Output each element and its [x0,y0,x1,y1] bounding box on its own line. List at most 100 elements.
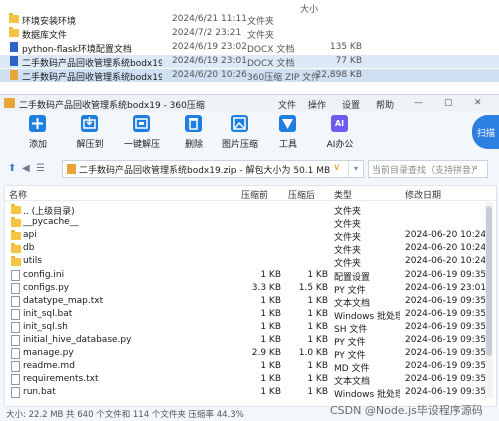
file-name: requirements.txt [23,374,99,385]
image-compress-button[interactable]: 图片压缩 [218,113,262,153]
file-date: 2024-06-19 09:35 [405,361,487,372]
file-name: configs.py [23,282,70,293]
back-arrow-icon[interactable]: ◀ [22,163,30,174]
file-date: 2024-06-19 09:35 [405,374,487,385]
column-date[interactable]: 修改日期 [405,188,441,201]
folder-icon [9,27,19,37]
ai-office-label: AI办公 [326,140,354,150]
maximize-button[interactable]: ▢ [444,98,453,108]
explorer-row[interactable]: 数据库文件 2024/7/2 23:21 文件夹 [0,27,499,41]
column-size[interactable]: 压缩前 [241,188,268,201]
folder-icon [11,243,21,254]
folder-icon [11,256,21,267]
explorer-row-date: 2024/7/2 23:21 [172,28,242,38]
ai-office-button[interactable]: AI AI办公 [318,113,362,153]
list-item[interactable]: init_sql.sh 1 KB 1 KB SH 文件 2024-06-19 09:35 [5,321,496,335]
file-type: 文本文档 [334,298,371,309]
file-type: PY 文件 [334,338,366,348]
file-compressed-size: 1 KB [307,361,328,372]
explorer-row-date: 2024/6/19 23:02 [172,42,247,52]
search-icon[interactable]: ⌕ [473,163,478,173]
list-item[interactable]: manage.py 2.9 KB 1.0 KB PY 文件 2024-06-19 09:… [5,347,496,361]
file-size: 1 KB [260,374,281,385]
list-item[interactable]: __pycache__ 文件夹 [5,216,496,230]
column-compressed[interactable]: 压缩后 [288,188,315,201]
up-arrow-icon[interactable]: ⬆ [8,163,16,174]
explorer-row-size: 135 KB [329,42,362,52]
file-date: 2024-06-19 09:35 [405,295,487,306]
docx-icon [10,56,18,66]
explorer-row[interactable]: 二手数码产品回收管理系统bodx19 2024/6/20 10:26 360压缩 Z… [0,69,499,83]
file-icon [11,374,20,386]
image-compress-icon [231,115,248,132]
list-item[interactable]: config.ini 1 KB 1 KB 配置设置 2024-06-19 09:35 [5,269,496,283]
explorer-row-type: 文件夹 [247,17,275,27]
column-name[interactable]: 名称 [9,188,27,201]
file-type: SH 文件 [334,324,368,335]
extract-to-button[interactable]: 解压到 [68,113,112,153]
scan-button[interactable]: 扫描 [472,115,499,149]
add-button[interactable]: 添加 [16,113,60,153]
folder-icon [11,230,21,241]
file-name: db [23,243,35,254]
explorer-row-size: 77 KB [335,56,362,66]
file-size: 1 KB [260,269,281,280]
list-item[interactable]: run.bat 1 KB 1 KB Windows 批处理... 2024-06-19 … [5,386,496,401]
image-compress-label: 图片压缩 [221,140,258,150]
file-date: 2024-06-19 09:35 [405,335,487,345]
view-toggle-icon[interactable]: ☰ [36,163,45,174]
menu-operation[interactable]: 操作 [308,98,326,111]
list-item[interactable]: configs.py 3.3 KB 1.5 KB PY 文件 2024-06-19 23… [5,282,496,296]
list-item[interactable]: datatype_map.txt 1 KB 1 KB 文本文档 2024-06-19 0… [5,295,496,309]
tools-button[interactable]: 工具 [266,113,310,153]
file-type: 文件夹 [334,233,362,244]
one-click-extract-icon [133,115,150,132]
menu-file[interactable]: 文件 [278,98,296,111]
file-type: Windows 批处理... [334,390,400,401]
list-item[interactable]: utils 文件夹 2024-06-20 10:24 [5,255,496,270]
file-type: PY 文件 [334,285,366,296]
column-type[interactable]: 类型 [334,188,352,201]
list-item[interactable]: db 文件夹 2024-06-20 10:24 [5,242,496,256]
explorer-row-type: DOCX 文档 [247,45,295,55]
address-text: 二手数码产品回收管理系统bodx19.zip - 解包大小为 50.1 MB [79,166,331,176]
explorer-row[interactable]: 二手数码产品回收管理系统bodx19 2024/6/19 23:01 DOCX 文档… [0,55,499,69]
explorer-row-name: 环境安装环境 [22,17,77,27]
list-item[interactable]: .. (上级目录) 文件夹 [5,203,496,217]
explorer-row[interactable]: 环境安装环境 2024/6/21 11:11 文件夹 [0,13,499,27]
search-input[interactable]: 当前目录查找（支持拼音） ⌕ [368,160,488,178]
menu-help[interactable]: 帮助 [376,98,394,111]
file-name: init_sql.sh [23,321,68,332]
file-size: 1 KB [260,387,281,398]
list-item[interactable]: requirements.txt 1 KB 1 KB 文本文档 2024-06-19 0… [5,373,496,387]
close-button[interactable]: ✕ [474,98,482,108]
list-item[interactable]: init_sql.bat 1 KB 1 KB Windows 批处理... 2024-0… [5,308,496,322]
zip-icon [10,70,18,80]
ai-office-icon: AI [331,115,348,132]
list-item[interactable]: api 文件夹 2024-06-20 10:24 [5,229,496,244]
list-item[interactable]: readme.md 1 KB 1 KB MD 文件 2024-06-19 09:35 [5,360,496,374]
one-click-extract-button[interactable]: 一键解压 [120,113,164,153]
explorer-row-date: 2024/6/19 23:01 [172,56,247,66]
file-type: 文件夹 [334,259,362,270]
dropdown-chevron-icon[interactable]: ∨ [333,162,340,173]
scrollbar-thumb[interactable] [486,206,492,356]
explorer-row[interactable]: python-flask环境配置文档 2024/6/19 23:02 DOCX 文档… [0,41,499,55]
file-icon [11,282,20,294]
file-date: 2024-06-20 10:24 [405,256,487,267]
vertical-scrollbar[interactable] [485,202,493,398]
menu-settings[interactable]: 设置 [342,98,360,111]
file-name: datatype_map.txt [23,295,104,306]
file-compressed-size: 1.0 KB [298,348,328,359]
scan-label: 扫描 [477,129,496,139]
file-compressed-size: 1 KB [307,387,328,398]
minimize-button[interactable]: — [414,98,423,108]
file-date: 2024-06-19 09:35 [405,348,487,359]
file-name: readme.md [23,361,75,372]
tools-label: 工具 [278,140,297,150]
list-item[interactable]: initial_hive_database.py 1 KB 1 KB PY 文件 202… [5,334,496,348]
delete-button[interactable]: 删除 [172,113,216,153]
explorer-row-name: 数据库文件 [22,31,68,41]
address-arrow-icon[interactable]: ▾ [348,161,363,177]
address-field[interactable]: 二手数码产品回收管理系统bodx19.zip - 解包大小为 50.1 MB ∨… [62,160,364,178]
